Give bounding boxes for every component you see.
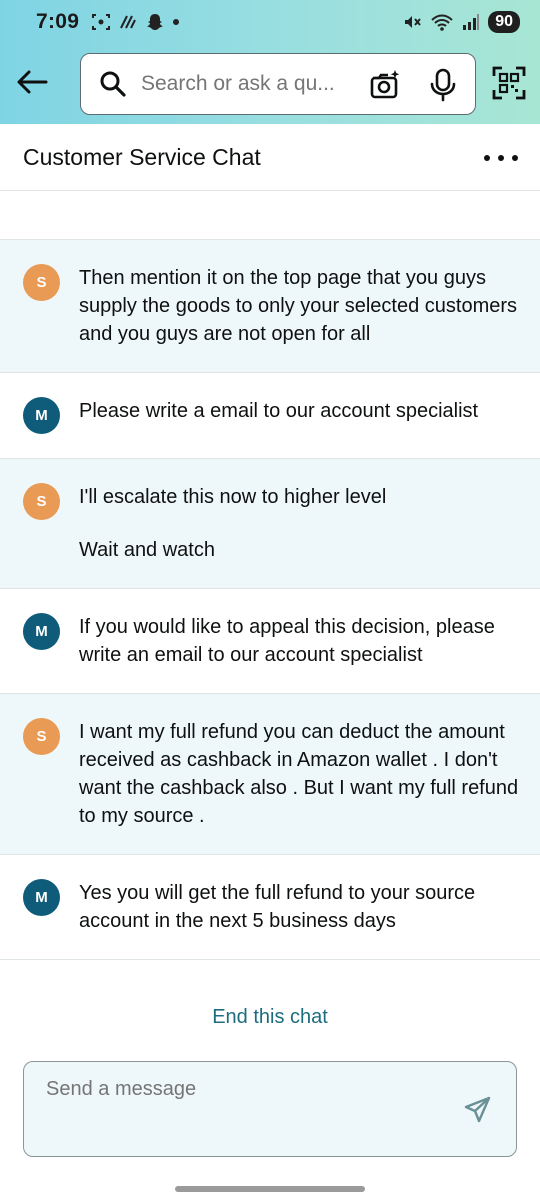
customer-message: S I'll escalate this now to higher level W…: [0, 459, 540, 589]
message-text: Please write a email to our account spec…: [79, 397, 520, 425]
customer-message: S Then mention it on the top page that yo…: [0, 240, 540, 373]
page-title: Customer Service Chat: [23, 143, 261, 170]
battery-indicator: 90: [488, 11, 520, 33]
status-right-icons: 90: [402, 11, 520, 33]
barcode-scan-icon[interactable]: [492, 66, 526, 100]
camera-search-icon[interactable]: [369, 69, 401, 101]
message-input[interactable]: [46, 1078, 426, 1101]
avatar: M: [23, 879, 60, 916]
search-box[interactable]: [80, 53, 476, 115]
signal-icon: [463, 14, 480, 30]
search-icon: [99, 70, 127, 98]
arrow-left-icon: [17, 70, 48, 94]
message-paragraph: Yes you will get the full refund to your…: [79, 882, 476, 932]
back-button[interactable]: [14, 64, 50, 100]
send-icon[interactable]: [464, 1096, 492, 1124]
message-text: I want my full refund you can deduct the…: [79, 718, 520, 830]
more-options-button[interactable]: [484, 146, 518, 170]
chat-top-spacer: [0, 192, 540, 240]
home-indicator[interactable]: [175, 1186, 365, 1192]
avatar: M: [23, 397, 60, 434]
notification-dot: [173, 19, 180, 25]
status-time: 7:09: [36, 10, 80, 33]
avatar: S: [23, 264, 60, 301]
agent-message: M Yes you will get the full refund to you…: [0, 855, 540, 960]
snapchat-icon: [147, 14, 164, 30]
message-text: If you would like to appeal this decisio…: [79, 613, 520, 669]
message-paragraph: I want my full refund you can deduct the…: [79, 721, 519, 827]
chat-transcript[interactable]: S Then mention it on the top page that yo…: [0, 192, 540, 1006]
search-input[interactable]: [141, 72, 351, 96]
chat-header: Customer Service Chat: [0, 124, 540, 191]
message-text: Yes you will get the full refund to your…: [79, 879, 520, 935]
message-paragraph: Wait and watch: [79, 539, 215, 561]
avatar: S: [23, 718, 60, 755]
more-dot-icon: [512, 155, 518, 161]
message-list: S Then mention it on the top page that yo…: [0, 240, 540, 960]
screenshot-icon: [92, 14, 111, 30]
data-saver-icon: [120, 15, 137, 29]
search-row: [0, 52, 540, 116]
microphone-icon[interactable]: [427, 68, 459, 102]
more-dot-icon: [498, 155, 504, 161]
customer-message: S I want my full refund you can deduct th…: [0, 694, 540, 855]
message-paragraph: Please write a email to our account spec…: [79, 400, 479, 422]
more-dot-icon: [484, 155, 490, 161]
status-left-icons: [91, 12, 180, 32]
agent-message: M Please write a email to our account spe…: [0, 373, 540, 459]
message-text: Then mention it on the top page that you…: [79, 264, 520, 348]
message-paragraph: I'll escalate this now to higher level: [79, 486, 387, 508]
avatar: S: [23, 483, 60, 520]
message-paragraph: If you would like to appeal this decisio…: [79, 616, 495, 666]
mute-icon: [405, 16, 421, 28]
agent-message: M If you would like to appeal this decisi…: [0, 589, 540, 694]
avatar: M: [23, 613, 60, 650]
status-bar: 7:09 90: [0, 0, 540, 44]
message-composer[interactable]: [23, 1061, 517, 1157]
message-paragraph: Then mention it on the top page that you…: [79, 267, 518, 345]
message-text: I'll escalate this now to higher level Wa…: [79, 483, 520, 564]
wifi-icon: [431, 14, 453, 31]
end-chat-link[interactable]: End this chat: [0, 1006, 540, 1036]
